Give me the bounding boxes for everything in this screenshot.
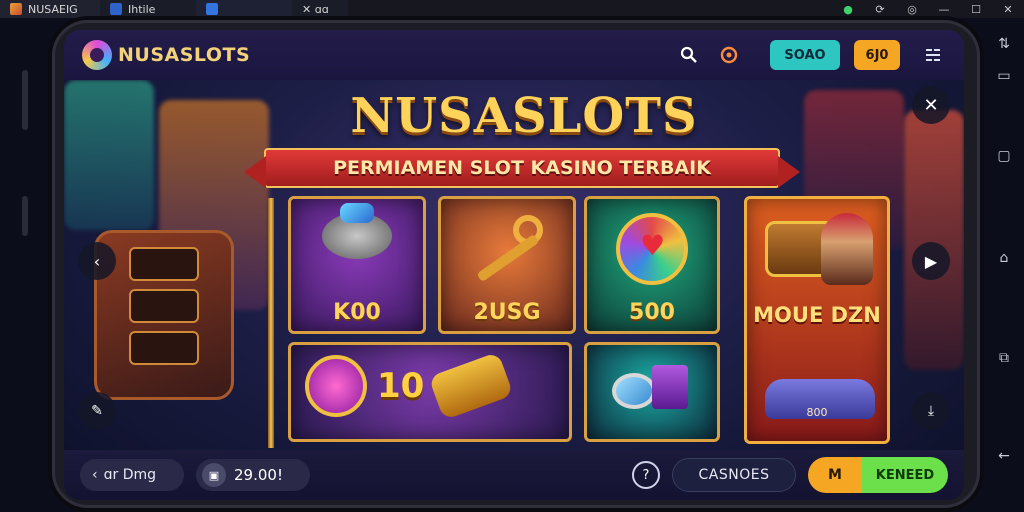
download-icon[interactable]: ⤓ <box>912 392 950 430</box>
game-tile-value: K00 <box>333 300 381 325</box>
bottom-actions: ? CASNOES M KENEED <box>632 457 948 493</box>
game-tile[interactable]: 2USG <box>438 196 576 334</box>
sound-icon[interactable] <box>716 42 742 68</box>
game-tile-value: 500 <box>629 300 675 325</box>
header-actions: SOAO 6J0 <box>676 40 946 70</box>
app-icon <box>10 3 22 15</box>
info-icon[interactable]: ◎ <box>896 0 928 18</box>
combo-right-button[interactable]: KENEED <box>862 457 948 493</box>
close-icon[interactable]: ✕ <box>912 86 950 124</box>
wrench-icon[interactable]: ✎ <box>78 392 116 430</box>
overview-icon[interactable]: ⧉ <box>994 350 1014 366</box>
gold-pole <box>268 198 274 448</box>
menu-icon[interactable] <box>920 42 946 68</box>
app-icon <box>206 3 218 15</box>
rotate-icon[interactable]: ⇅ <box>994 36 1014 52</box>
chevron-left-icon: ‹ <box>92 467 98 483</box>
key-art <box>467 213 547 283</box>
search-icon[interactable] <box>676 42 702 68</box>
os-tab-bar: NUSAEIG Ihtile ✕ ɑɑ ● ⟳ ◎ — ☐ ✕ <box>0 0 1024 18</box>
game-tile-value: 2USG <box>473 300 541 325</box>
game-tile[interactable]: K00 <box>288 196 426 334</box>
casino-button[interactable]: CASNOES <box>672 458 796 492</box>
background-slot-machine <box>64 80 154 230</box>
game-art <box>322 203 392 259</box>
featured-game-tile[interactable]: MOUE DZN 800 <box>744 196 890 444</box>
logo-icon <box>82 40 112 70</box>
status-icon[interactable]: ● <box>832 0 864 18</box>
game-tile[interactable]: 500 <box>584 196 720 334</box>
character-art <box>821 213 873 285</box>
logo-text: NUSASLOTS <box>118 44 251 66</box>
chevron-left-icon[interactable]: ‹ <box>78 242 116 280</box>
os-tab-label: NUSAEIG <box>28 2 78 16</box>
wheel-art <box>616 213 688 285</box>
back-button[interactable]: ‹ ɑr Dmg <box>80 459 184 491</box>
help-icon[interactable]: ? <box>632 461 660 489</box>
banner-title: NUSASLOTS <box>350 88 698 144</box>
screenshot-icon[interactable]: ▭ <box>994 68 1014 84</box>
login-button[interactable]: SOAO <box>770 40 840 70</box>
os-tab-label: Ihtile <box>128 2 156 16</box>
wallet-icon: ▣ <box>202 463 226 487</box>
os-tab-label: ✕ ɑɑ <box>302 2 329 16</box>
banner-ribbon: PERMIAMEN SLOT KASINO TERBAIK <box>244 148 800 188</box>
game-tile[interactable] <box>584 342 720 442</box>
game-tile-value: 10 <box>377 366 425 406</box>
play-combo-button[interactable]: M KENEED <box>808 457 948 493</box>
os-tab-1[interactable]: NUSAEIG <box>0 0 100 18</box>
app-icon <box>110 3 122 15</box>
featured-title: MOUE DZN <box>753 303 881 327</box>
register-button[interactable]: 6J0 <box>854 40 900 70</box>
home-icon[interactable]: ⌂ <box>994 250 1014 266</box>
settings-icon[interactable]: ⟳ <box>864 0 896 18</box>
os-tab-2[interactable]: Ihtile <box>100 0 196 18</box>
back-icon[interactable]: ← <box>994 448 1014 464</box>
whistle-art <box>612 359 692 415</box>
minimize-icon[interactable]: — <box>928 0 960 18</box>
reel <box>129 247 199 281</box>
app-screen: NUSASLOTS SOAO 6J0 NUSASLOTS PERMIAMEN S… <box>64 30 964 500</box>
play-icon[interactable]: ▶ <box>912 242 950 280</box>
power-button <box>22 196 28 236</box>
close-icon[interactable]: ✕ <box>992 0 1024 18</box>
logo[interactable]: NUSASLOTS <box>82 40 250 70</box>
volume-button <box>22 70 28 130</box>
combo-left-button[interactable]: M <box>808 457 862 493</box>
os-tab-4[interactable]: ✕ ɑɑ <box>292 0 348 18</box>
reel <box>129 331 199 365</box>
balance-value: 29.00! <box>234 466 283 484</box>
banner-subtitle: PERMIAMEN SLOT KASINO TERBAIK <box>333 157 711 179</box>
back-label: ɑr Dmg <box>103 467 157 483</box>
reel <box>129 289 199 323</box>
balance-display[interactable]: ▣ 29.00! <box>196 459 310 491</box>
recent-apps-icon[interactable]: ▢ <box>994 148 1014 164</box>
window-controls: ● ⟳ ◎ — ☐ ✕ <box>832 0 1024 18</box>
featured-value: 800 <box>806 406 828 419</box>
os-tab-3[interactable] <box>196 0 292 18</box>
maximize-icon[interactable]: ☐ <box>960 0 992 18</box>
game-tile[interactable]: 10 <box>288 342 572 442</box>
bottom-bar: ‹ ɑr Dmg ▣ 29.00! ? CASNOES M KENEED <box>64 450 964 500</box>
gems-art: 10 <box>305 351 514 421</box>
app-header: NUSASLOTS SOAO 6J0 <box>64 30 964 80</box>
background-slot-machine <box>904 110 964 370</box>
